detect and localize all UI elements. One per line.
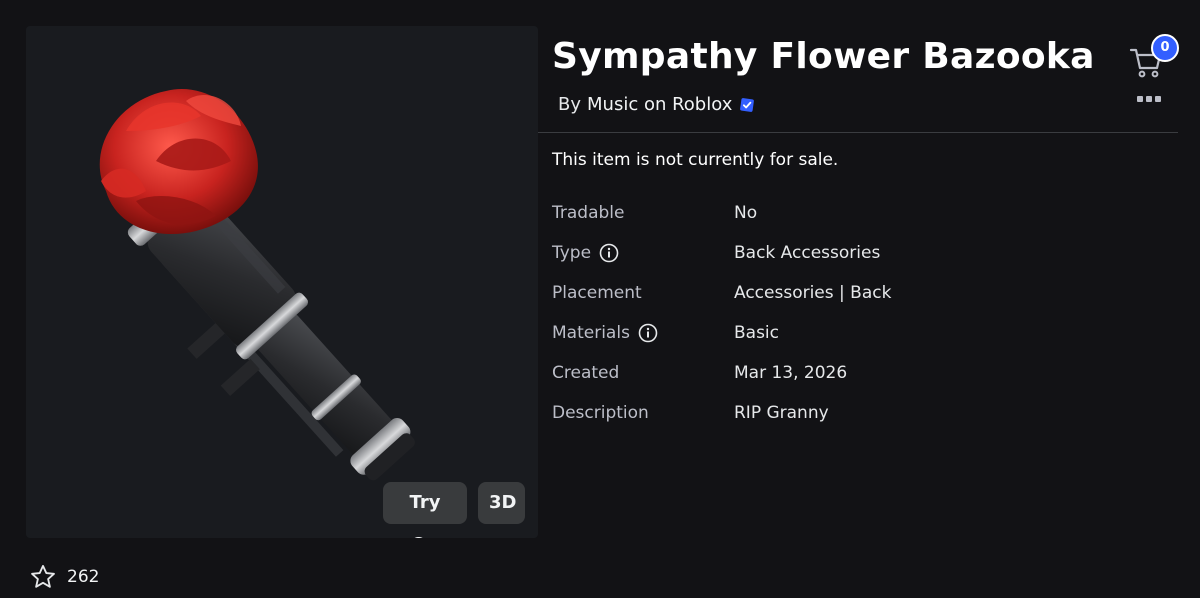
creator-line: By Music on Roblox — [558, 94, 756, 115]
creator-link[interactable]: Music on Roblox — [587, 94, 732, 115]
detail-value: No — [734, 203, 758, 223]
view-3d-button[interactable]: 3D — [478, 482, 525, 524]
detail-label: Placement — [552, 283, 642, 303]
info-icon[interactable] — [638, 323, 658, 343]
detail-label: Tradable — [552, 203, 625, 223]
detail-value: Back Accessories — [734, 243, 881, 263]
detail-value: Basic — [734, 323, 780, 343]
detail-value: RIP Granny — [734, 403, 829, 423]
more-icon[interactable] — [1137, 96, 1163, 106]
bazooka-image — [99, 89, 415, 481]
item-page: Try On 3D 262 Sympathy Flower Bazooka By… — [0, 0, 1200, 598]
item-title: Sympathy Flower Bazooka — [552, 36, 1095, 77]
sale-status: This item is not currently for sale. — [552, 150, 839, 170]
try-on-button[interactable]: Try On — [383, 482, 467, 538]
detail-label: Type — [552, 243, 734, 263]
favorite-count: 262 — [67, 567, 100, 587]
info-icon[interactable] — [599, 243, 619, 263]
verified-icon — [740, 97, 755, 112]
star-icon[interactable] — [29, 563, 57, 591]
detail-row-description: Description RIP Granny — [552, 403, 1172, 443]
detail-row-tradable: Tradable No — [552, 203, 1172, 243]
divider — [538, 132, 1178, 133]
item-thumbnail: Try On 3D — [26, 26, 538, 538]
detail-value: Accessories | Back — [734, 283, 892, 303]
detail-row-placement: Placement Accessories | Back — [552, 283, 1172, 323]
item-details: Tradable No Type Back Accessories Placem… — [552, 203, 1172, 443]
favorite-section: 262 — [29, 563, 99, 591]
cart-count-badge: 0 — [1151, 34, 1179, 62]
detail-label: Materials — [552, 323, 734, 343]
detail-row-created: Created Mar 13, 2026 — [552, 363, 1172, 403]
detail-row-type: Type Back Accessories — [552, 243, 1172, 283]
creator-prefix: By — [558, 94, 582, 115]
detail-label: Description — [552, 403, 649, 423]
detail-row-materials: Materials Basic — [552, 323, 1172, 363]
detail-value: Mar 13, 2026 — [734, 363, 848, 383]
detail-label: Created — [552, 363, 620, 383]
